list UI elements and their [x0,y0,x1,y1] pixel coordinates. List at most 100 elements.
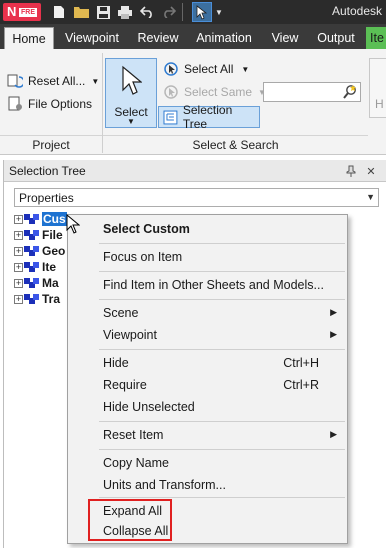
tree-item[interactable]: + Tra [14,292,60,306]
menu-separator [99,271,345,272]
select-search-panel-label[interactable]: Select & Search [103,135,368,154]
selection-tree-button[interactable]: Selection Tree [158,103,260,131]
quick-find-input[interactable] [263,82,361,102]
reset-all-button[interactable]: Reset All... ▼ [7,73,99,89]
open-folder-icon[interactable] [72,3,90,21]
submenu-arrow-icon: ▶ [330,307,337,317]
selection-set-icon [24,277,39,288]
window-title: Autodesk [331,4,382,18]
menu-item-label: Hide [103,356,129,370]
menu-item-label: Focus on Item [103,250,183,264]
pin-icon[interactable] [343,163,359,179]
menu-item-find-item-other-sheets[interactable]: Find Item in Other Sheets and Models... [68,275,347,297]
select-button[interactable]: Select ▼ [105,58,157,128]
reset-all-dropdown-icon[interactable]: ▼ [91,77,99,86]
search-icon[interactable] [342,84,358,100]
select-same-button[interactable]: Select Same ▼ [163,84,266,100]
qat-separator [182,3,186,21]
submenu-arrow-icon: ▶ [330,429,337,439]
menu-separator [99,449,345,450]
selection-tree-label: Selection Tree [182,103,233,131]
tree-item-label: Ma [42,276,59,290]
app-sub-label: FRE [19,8,37,17]
selection-set-icon [24,261,39,272]
properties-dropdown[interactable]: Properties ▼ [14,188,379,207]
select-pointer-icon[interactable] [192,2,212,22]
project-panel-label[interactable]: Project [0,135,102,154]
menu-item-label: Copy Name [103,456,169,470]
tab-review[interactable]: Review [131,27,185,49]
select-all-icon [164,62,178,76]
selection-set-icon [24,229,39,240]
tab-view[interactable]: View [265,27,305,49]
properties-dropdown-value: Properties [19,191,74,205]
qat-dropdown-icon[interactable]: ▼ [214,3,224,21]
tab-home[interactable]: Home [4,27,54,49]
save-icon[interactable] [94,3,112,21]
menu-item-viewpoint[interactable]: Viewpoint ▶ [68,325,347,347]
menu-item-select-custom[interactable]: Select Custom [68,219,347,241]
menu-item-scene[interactable]: Scene ▶ [68,303,347,325]
pane-controls: ✕ [339,163,379,179]
select-cursor-icon [122,65,142,95]
tab-output[interactable]: Output [309,27,363,49]
menu-item-require[interactable]: Require Ctrl+R [68,375,347,397]
tab-item-tools[interactable]: Ite [366,27,386,49]
app-menu-button[interactable]: N FRE [3,3,41,21]
tree-item-label: Geo [42,244,66,258]
tree-item-label: Ite [42,260,57,274]
menu-item-label: Require [103,378,147,392]
expand-icon[interactable]: + [14,246,23,256]
expand-icon[interactable]: + [14,278,23,288]
tree-item[interactable]: + Ma [14,276,59,290]
menu-item-units-and-transform[interactable]: Units and Transform... [68,475,347,497]
selection-set-icon [24,213,39,224]
select-all-dropdown-icon[interactable]: ▼ [241,65,249,74]
ribbon: Reset All... ▼ File Options Project Sele… [0,49,386,155]
pane-header: Selection Tree ✕ [4,160,386,182]
tree-item[interactable]: + Ite [14,260,56,274]
menu-item-label: Scene [103,306,139,320]
select-same-label: Select Same [184,85,253,99]
select-same-icon [164,85,178,99]
file-options-label: File Options [28,97,93,111]
menu-item-reset-item[interactable]: Reset Item ▶ [68,425,347,447]
menu-item-label: Select Custom [103,222,190,236]
ribbon-tabs: Home Viewpoint Review Animation View Out… [0,24,386,49]
tree-item-label: Tra [42,292,61,306]
reset-all-label: Reset All... [28,74,86,88]
menu-item-label: Hide Unselected [103,400,195,414]
tree-item-label: Cus [42,212,67,226]
new-file-icon[interactable] [50,3,68,21]
tree-item-label: File [42,228,63,242]
menu-item-label: Viewpoint [103,328,157,342]
tab-viewpoint[interactable]: Viewpoint [58,27,126,49]
menu-item-hide-unselected[interactable]: Hide Unselected [68,397,347,419]
expand-icon[interactable]: + [14,214,23,224]
print-icon[interactable] [116,3,134,21]
context-menu: Select Custom Focus on Item Find Item in… [67,214,348,544]
expand-icon[interactable]: + [14,262,23,272]
select-all-label: Select All [184,62,234,76]
menu-separator [99,421,345,422]
redo-icon[interactable] [160,3,178,21]
menu-item-shortcut: Ctrl+R [283,378,319,392]
undo-icon[interactable] [138,3,156,21]
close-icon[interactable]: ✕ [363,163,379,179]
tab-animation[interactable]: Animation [190,27,258,49]
selection-tree-icon [163,110,178,124]
file-options-button[interactable]: File Options [7,96,92,112]
menu-item-focus-on-item[interactable]: Focus on Item [68,247,347,269]
tree-item[interactable]: + Cus [14,212,67,226]
menu-item-copy-name[interactable]: Copy Name [68,453,347,475]
select-all-button[interactable]: Select All ▼ [163,61,249,77]
tree-item[interactable]: + Geo [14,244,65,258]
menu-separator [99,349,345,350]
quick-access-toolbar: ▼ [50,2,228,22]
expand-icon[interactable]: + [14,294,23,304]
tree-item[interactable]: + File [14,228,63,242]
next-panel-partial[interactable]: H [369,58,386,118]
expand-icon[interactable]: + [14,230,23,240]
file-options-icon [8,96,22,111]
menu-item-hide[interactable]: Hide Ctrl+H [68,353,347,375]
